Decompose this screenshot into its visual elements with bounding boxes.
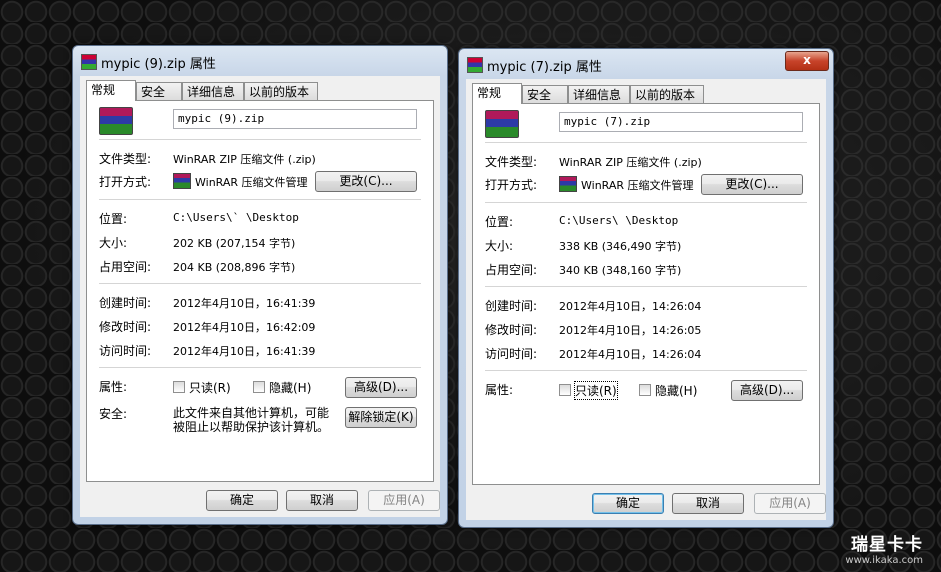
- change-button[interactable]: 更改(C)...: [701, 174, 803, 195]
- modified-value: 2012年4月10日，14:26:05: [559, 324, 702, 337]
- tab-security[interactable]: 安全: [136, 82, 182, 100]
- divider: [99, 199, 421, 200]
- divider: [485, 286, 807, 287]
- divider: [99, 139, 421, 140]
- cancel-button[interactable]: 取消: [286, 490, 358, 511]
- apply-button[interactable]: 应用(A): [368, 490, 440, 511]
- filename-input[interactable]: mypic (9).zip: [173, 109, 417, 129]
- hidden-label[interactable]: 隐藏(H): [269, 379, 311, 396]
- divider: [485, 202, 807, 203]
- tab-general[interactable]: 常规: [472, 83, 522, 104]
- divider: [99, 367, 421, 368]
- size-label: 大小:: [99, 236, 128, 250]
- security-label: 安全:: [99, 407, 128, 421]
- readonly-label[interactable]: 只读(R): [189, 379, 231, 396]
- tab-details[interactable]: 详细信息: [182, 82, 244, 100]
- divider: [485, 142, 807, 143]
- change-button[interactable]: 更改(C)...: [315, 171, 417, 192]
- readonly-checkbox[interactable]: [173, 381, 185, 393]
- created-value: 2012年4月10日，14:26:04: [559, 300, 702, 313]
- type-value: WinRAR ZIP 压缩文件 (.zip): [173, 153, 316, 166]
- advanced-button[interactable]: 高级(D)...: [345, 377, 417, 398]
- location-label: 位置:: [99, 212, 128, 226]
- readonly-label[interactable]: 只读(R): [574, 381, 618, 400]
- location-value: C:\Users\ \Desktop: [559, 214, 679, 227]
- open-with-label: 打开方式:: [99, 175, 152, 189]
- tab-security[interactable]: 安全: [522, 85, 568, 103]
- tab-previous-versions[interactable]: 以前的版本: [630, 85, 704, 103]
- title-bar[interactable]: mypic (9).zip 属性: [73, 46, 447, 76]
- window-body: 常规 安全 详细信息 以前的版本 mypic (9).zip 文件类型: Win…: [80, 76, 440, 517]
- watermark-url: www.ikaka.com: [845, 555, 923, 566]
- tab-general[interactable]: 常规: [86, 80, 136, 101]
- accessed-label: 访问时间:: [99, 344, 152, 358]
- size-value: 338 KB (346,490 字节): [559, 240, 682, 253]
- accessed-value: 2012年4月10日，14:26:04: [559, 348, 702, 361]
- hidden-label[interactable]: 隐藏(H): [655, 382, 697, 399]
- modified-label: 修改时间:: [485, 323, 538, 337]
- general-panel: mypic (9).zip 文件类型: WinRAR ZIP 压缩文件 (.zi…: [86, 100, 434, 482]
- archive-icon: [485, 110, 519, 138]
- ok-button[interactable]: 确定: [592, 493, 664, 514]
- archive-icon: [99, 107, 133, 135]
- ok-button[interactable]: 确定: [206, 490, 278, 511]
- accessed-label: 访问时间:: [485, 347, 538, 361]
- modified-label: 修改时间:: [99, 320, 152, 334]
- close-button[interactable]: x: [785, 51, 829, 71]
- winrar-icon: [467, 57, 483, 73]
- attributes-label: 属性:: [99, 380, 128, 394]
- open-with-value: WinRAR 压缩文件管理: [581, 179, 694, 192]
- type-value: WinRAR ZIP 压缩文件 (.zip): [559, 156, 702, 169]
- title-bar[interactable]: mypic (7).zip 属性 x: [459, 49, 833, 79]
- open-with-value: WinRAR 压缩文件管理: [195, 176, 308, 189]
- divider: [485, 370, 807, 371]
- attributes-label: 属性:: [485, 383, 514, 397]
- winrar-small-icon: [559, 176, 577, 192]
- size-on-disk-value: 340 KB (348,160 字节): [559, 264, 682, 277]
- tab-previous-versions[interactable]: 以前的版本: [244, 82, 318, 100]
- watermark-brand: 瑞星卡卡: [851, 535, 923, 555]
- unblock-button[interactable]: 解除锁定(K): [345, 407, 417, 428]
- properties-window-right: mypic (7).zip 属性 x 常规 安全 详细信息 以前的版本 mypi…: [458, 48, 834, 528]
- winrar-icon: [81, 54, 97, 70]
- size-on-disk-value: 204 KB (208,896 字节): [173, 261, 296, 274]
- properties-window-left: mypic (9).zip 属性 常规 安全 详细信息 以前的版本 mypic …: [72, 45, 448, 525]
- location-label: 位置:: [485, 215, 514, 229]
- modified-value: 2012年4月10日，16:42:09: [173, 321, 316, 334]
- general-panel: mypic (7).zip 文件类型: WinRAR ZIP 压缩文件 (.zi…: [472, 103, 820, 485]
- apply-button[interactable]: 应用(A): [754, 493, 826, 514]
- created-label: 创建时间:: [485, 299, 538, 313]
- accessed-value: 2012年4月10日，16:41:39: [173, 345, 316, 358]
- hidden-checkbox[interactable]: [253, 381, 265, 393]
- watermark: 瑞星卡卡 www.ikaka.com: [845, 530, 923, 566]
- type-label: 文件类型:: [485, 155, 538, 169]
- size-value: 202 KB (207,154 字节): [173, 237, 296, 250]
- open-with-label: 打开方式:: [485, 178, 538, 192]
- window-title: mypic (7).zip 属性: [487, 60, 602, 75]
- hidden-checkbox[interactable]: [639, 384, 651, 396]
- readonly-checkbox[interactable]: [559, 384, 571, 396]
- window-title: mypic (9).zip 属性: [101, 57, 216, 72]
- location-value: C:\Users\` \Desktop: [173, 211, 299, 224]
- cancel-button[interactable]: 取消: [672, 493, 744, 514]
- tab-details[interactable]: 详细信息: [568, 85, 630, 103]
- filename-input[interactable]: mypic (7).zip: [559, 112, 803, 132]
- security-text-line2: 被阻止以帮助保护该计算机。: [173, 420, 330, 434]
- window-body: 常规 安全 详细信息 以前的版本 mypic (7).zip 文件类型: Win…: [466, 79, 826, 520]
- created-value: 2012年4月10日，16:41:39: [173, 297, 316, 310]
- advanced-button[interactable]: 高级(D)...: [731, 380, 803, 401]
- size-on-disk-label: 占用空间:: [99, 260, 152, 274]
- size-on-disk-label: 占用空间:: [485, 263, 538, 277]
- divider: [99, 283, 421, 284]
- created-label: 创建时间:: [99, 296, 152, 310]
- type-label: 文件类型:: [99, 152, 152, 166]
- size-label: 大小:: [485, 239, 514, 253]
- winrar-small-icon: [173, 173, 191, 189]
